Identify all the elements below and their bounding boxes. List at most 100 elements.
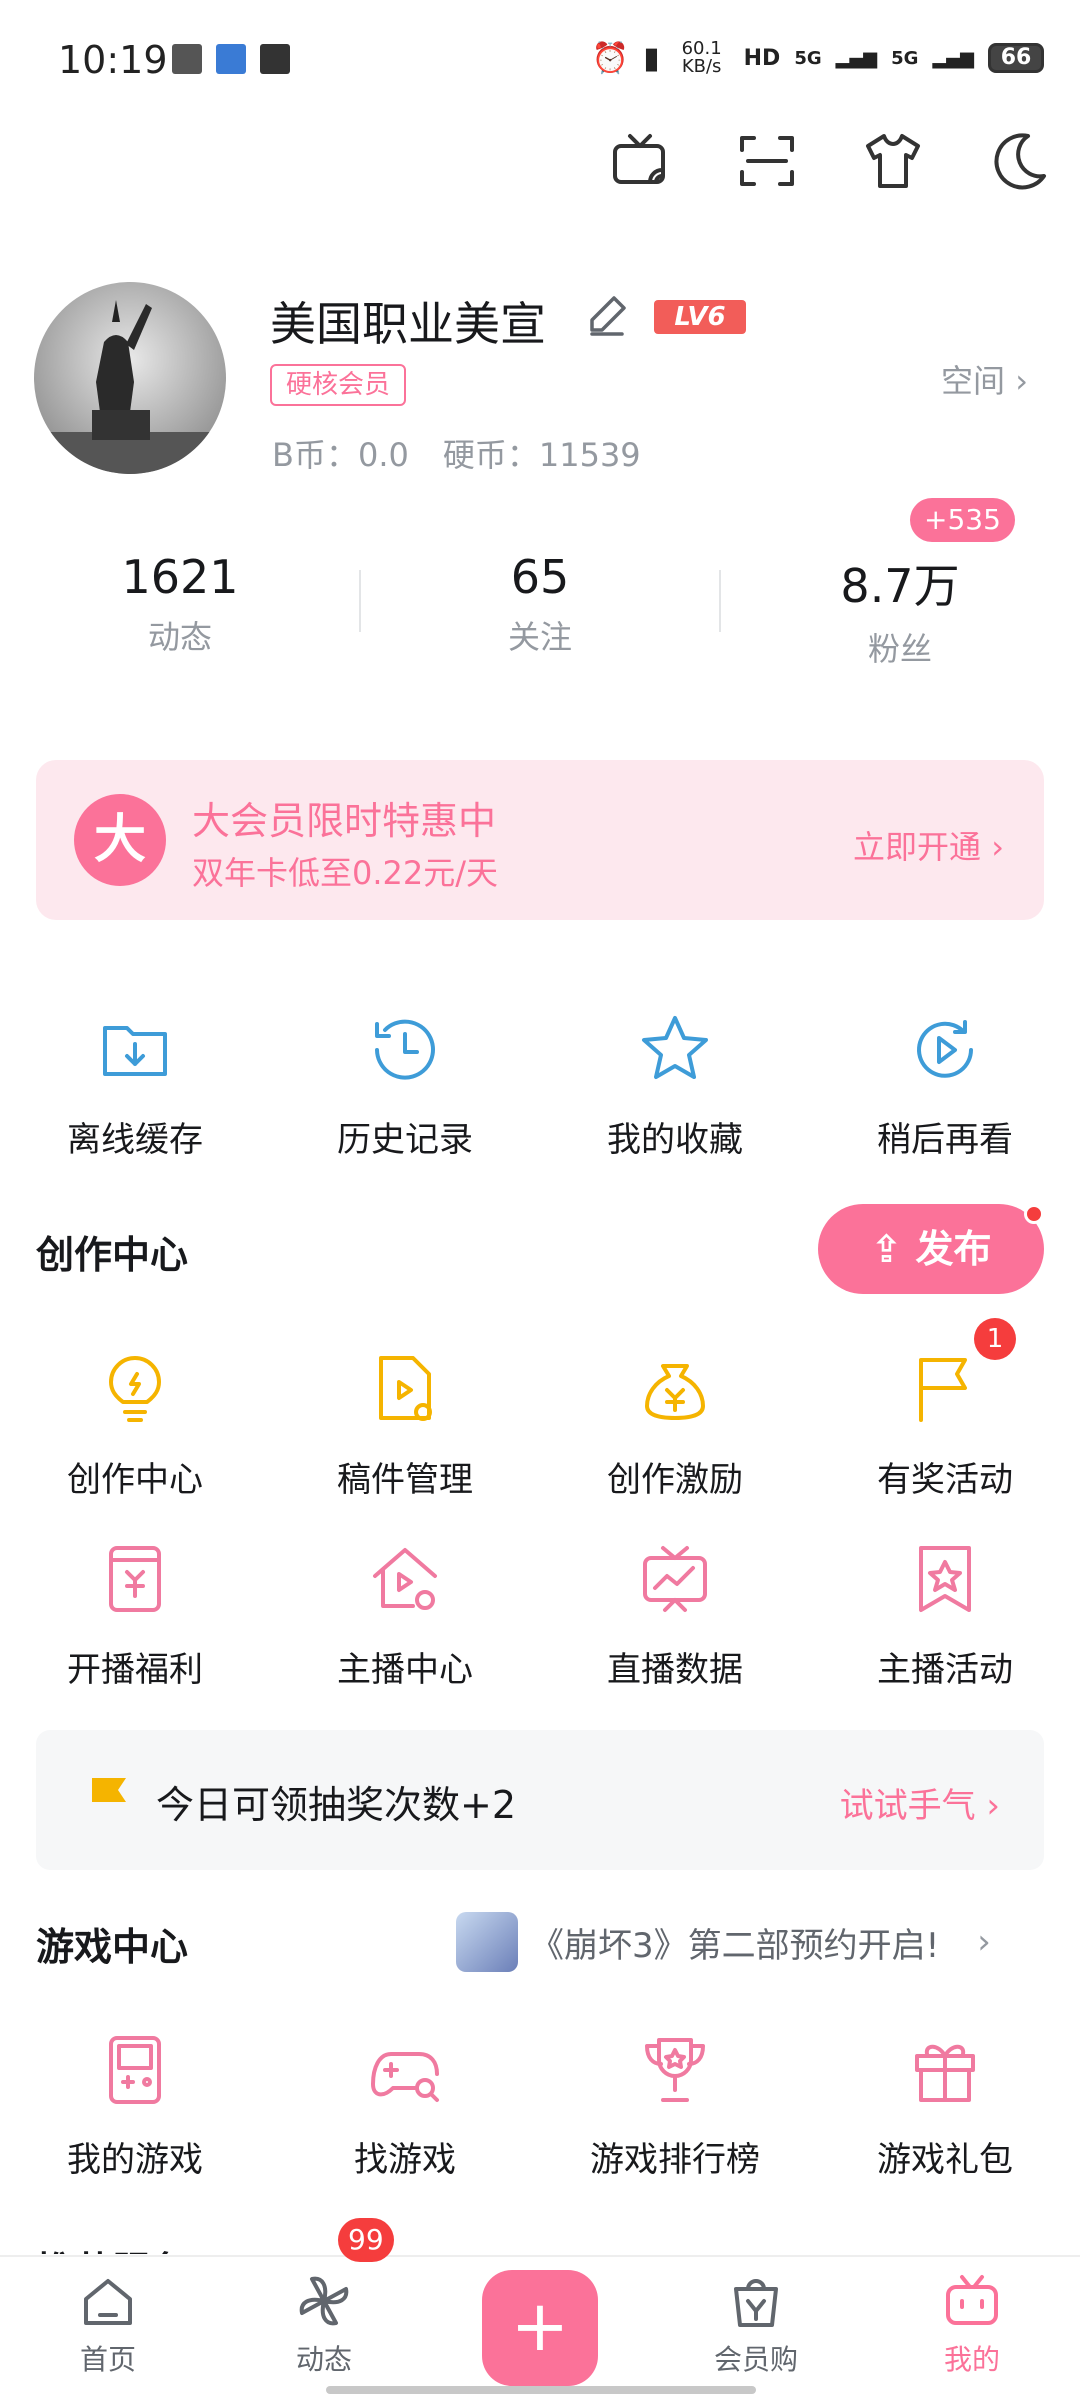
vip-promo-banner[interactable]: 大 大会员限时特惠中 双年卡低至0.22元/天 立即开通 › xyxy=(36,760,1044,920)
my-games-button[interactable]: 我的游戏 xyxy=(0,2030,270,2181)
lottery-banner[interactable]: 今日可领抽奖次数+2 试试手气 › xyxy=(36,1730,1044,1870)
home-icon xyxy=(84,2279,132,2325)
plus-icon: + xyxy=(510,2285,570,2367)
status-bar: 10:19 ⏰ ▮ 60.1 KB/s HD 5G ▂▄▆ 5G ▂▄▆ 66 xyxy=(0,0,1080,120)
game-label: 我的游戏 xyxy=(67,2140,203,2180)
scan-icon[interactable] xyxy=(736,130,798,192)
home-indicator[interactable] xyxy=(326,2386,756,2394)
quick-label: 离线缓存 xyxy=(67,1120,203,1160)
gameboy-icon xyxy=(109,2036,161,2104)
chevron-right-icon: › xyxy=(986,1786,1000,1826)
space-label: 空间 xyxy=(941,362,1006,400)
hd-icon: HD xyxy=(743,45,781,71)
vip-subtitle: 双年卡低至0.22元/天 xyxy=(192,854,499,892)
star-icon xyxy=(642,1016,708,1079)
lightbulb-icon xyxy=(109,1356,161,1422)
stat-fans[interactable]: 8.7万 粉丝 xyxy=(720,550,1080,670)
gift-icon xyxy=(915,2044,975,2102)
red-envelope-icon xyxy=(109,1546,161,1612)
night-mode-icon[interactable] xyxy=(988,130,1050,192)
recommended-services-title: 推荐服务 xyxy=(36,2240,188,2254)
signal-1: 5G xyxy=(794,47,822,69)
stat-value: 1621 xyxy=(121,550,239,604)
upload-icon: ⇪ xyxy=(870,1227,903,1271)
status-right: ⏰ ▮ 60.1 KB/s HD 5G ▂▄▆ 5G ▂▄▆ 66 xyxy=(592,40,1044,76)
flag-icon xyxy=(92,1778,126,1820)
watch-later-button[interactable]: 稍后再看 xyxy=(810,1010,1080,1161)
money-bag-icon xyxy=(645,1364,705,1420)
live-data-button[interactable]: 直播数据 xyxy=(540,1540,810,1691)
edit-pencil-icon[interactable] xyxy=(582,290,632,340)
signal-bars-1-icon: ▂▄▆ xyxy=(835,47,878,69)
streamer-center-button[interactable]: 主播中心 xyxy=(270,1540,540,1691)
chevron-right-icon: › xyxy=(1015,362,1028,400)
signal-2: 5G xyxy=(891,47,919,69)
square-app-icon xyxy=(260,44,290,74)
creation-section-title: 创作中心 xyxy=(36,1233,189,1277)
bilibili-tv-icon xyxy=(946,2275,998,2325)
create-plus-button[interactable]: + xyxy=(482,2270,598,2386)
try-luck-button[interactable]: 试试手气 › xyxy=(840,1778,1000,1827)
tab-dynamic[interactable]: 动态 xyxy=(254,2271,394,2378)
signal-bars-2-icon: ▂▄▆ xyxy=(932,47,974,69)
game-section-title: 游戏中心 xyxy=(36,1925,189,1969)
activity-count-badge: 1 xyxy=(974,1318,1016,1360)
game-thumbnail xyxy=(456,1912,518,1972)
avatar[interactable] xyxy=(34,282,226,474)
username[interactable]: 美国职业美宣 xyxy=(270,288,546,354)
quick-label: 稍后再看 xyxy=(877,1120,1013,1160)
tab-vip-shop[interactable]: 会员购 xyxy=(686,2271,826,2378)
game-promo-link[interactable]: 《崩坏3》第二部预约开启! › xyxy=(456,1912,991,1972)
game-label: 游戏排行榜 xyxy=(590,2140,760,2180)
creation-center-button[interactable]: 创作中心 xyxy=(0,1350,270,1501)
quick-label: 我的收藏 xyxy=(607,1120,743,1160)
favorites-button[interactable]: 我的收藏 xyxy=(540,1010,810,1161)
vibrate-icon: ▮ xyxy=(643,40,660,76)
creation-row-2: 开播福利 主播中心 直播数据 主播活动 xyxy=(0,1540,1080,1691)
watch-later-icon xyxy=(917,1020,973,1078)
notification-dot xyxy=(1024,1204,1044,1224)
status-notification-icons xyxy=(172,44,290,74)
statue-of-liberty-image xyxy=(34,300,226,474)
stat-value: 65 xyxy=(510,550,570,604)
creation-label: 创作中心 xyxy=(67,1460,203,1500)
level-badge: LV6 xyxy=(654,300,746,334)
chevron-right-icon: › xyxy=(991,828,1004,866)
quick-actions: 离线缓存 历史记录 我的收藏 稍后再看 xyxy=(0,1010,1080,1161)
tv-chart-icon xyxy=(643,1546,707,1612)
creation-row-1: 创作中心 稿件管理 创作激励 有奖活动 xyxy=(0,1350,1080,1501)
find-games-button[interactable]: 找游戏 xyxy=(270,2030,540,2181)
quick-label: 历史记录 xyxy=(337,1120,473,1160)
home-play-icon xyxy=(373,1548,437,1610)
b-coin-balance: B币：0.0 xyxy=(272,436,409,474)
vip-open-button[interactable]: 立即开通 › xyxy=(853,822,1004,868)
stat-posts[interactable]: 1621 动态 xyxy=(0,550,360,658)
tab-mine[interactable]: 我的 xyxy=(902,2271,1042,2378)
vip-logo-icon: 大 xyxy=(74,794,166,886)
space-link[interactable]: 空间 › xyxy=(941,356,1028,402)
tshirt-icon[interactable] xyxy=(862,130,924,192)
reward-activities-button[interactable]: 有奖活动 xyxy=(810,1350,1080,1501)
game-gift-button[interactable]: 游戏礼包 xyxy=(810,2030,1080,2181)
vip-badge[interactable]: 硬核会员 xyxy=(270,364,407,406)
creation-label: 主播中心 xyxy=(337,1650,473,1690)
history-button[interactable]: 历史记录 xyxy=(270,1010,540,1161)
manuscript-management-button[interactable]: 稿件管理 xyxy=(270,1350,540,1501)
tab-home[interactable]: 首页 xyxy=(38,2271,178,2378)
fans-increase-badge: +535 xyxy=(910,498,1015,542)
game-row: 我的游戏 找游戏 游戏排行榜 游戏礼包 xyxy=(0,2030,1080,2181)
grid-app-icon xyxy=(172,44,202,74)
net-speed: 60.1 KB/s xyxy=(681,38,722,77)
pinwheel-icon xyxy=(299,2276,349,2326)
publish-button[interactable]: ⇪ 发布 xyxy=(818,1204,1044,1294)
offline-cache-button[interactable]: 离线缓存 xyxy=(0,1010,270,1161)
game-label: 游戏礼包 xyxy=(877,2140,1013,2180)
live-benefits-button[interactable]: 开播福利 xyxy=(0,1540,270,1691)
streamer-activities-button[interactable]: 主播活动 xyxy=(810,1540,1080,1691)
alarm-icon: ⏰ xyxy=(591,40,630,76)
tv-cast-icon[interactable] xyxy=(610,130,672,192)
game-ranking-button[interactable]: 游戏排行榜 xyxy=(540,2030,810,2181)
shopping-bag-icon xyxy=(734,2279,778,2327)
creation-incentive-button[interactable]: 创作激励 xyxy=(540,1350,810,1501)
stat-following[interactable]: 65 关注 xyxy=(360,550,720,658)
